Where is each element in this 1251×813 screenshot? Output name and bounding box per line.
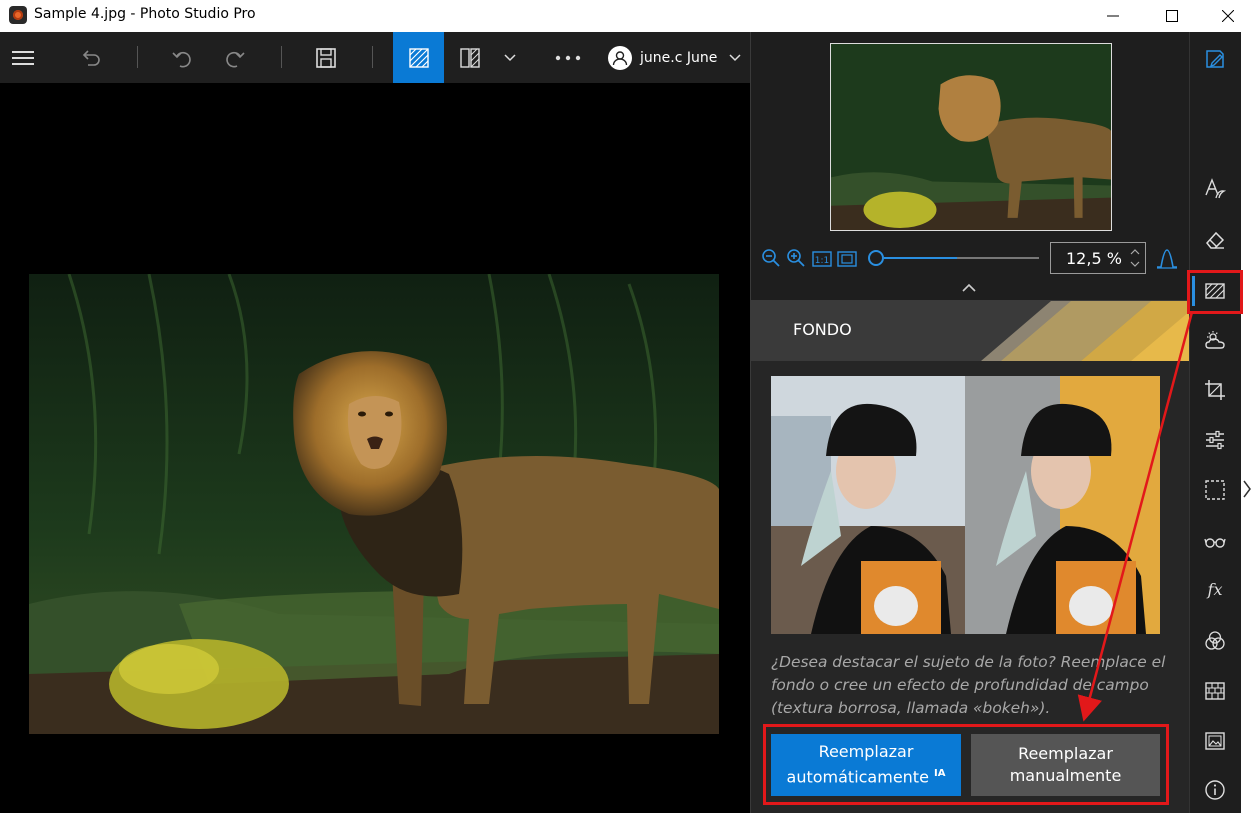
lion-photo[interactable] [29, 274, 719, 734]
sidebar-expander[interactable] [1241, 32, 1251, 813]
zoom-in-icon[interactable] [786, 248, 806, 268]
compare-view-icon [460, 47, 480, 68]
eraser-icon [1206, 231, 1225, 249]
zoom-slider-track[interactable] [957, 257, 1039, 259]
info-tool[interactable] [1200, 775, 1230, 805]
image-icon [1205, 732, 1225, 750]
zoom-value: 12,5 % [1066, 248, 1122, 268]
eraser-tool[interactable] [1200, 225, 1230, 255]
title-bar: Sample 4.jpg - Photo Studio Pro [0, 0, 1251, 32]
save-icon [316, 47, 336, 68]
weather-icon [1205, 331, 1225, 349]
single-view-button[interactable] [393, 32, 444, 83]
section-description: ¿Desea destacar el sujeto de la foto? Re… [771, 653, 1166, 717]
more-options-button[interactable] [552, 32, 584, 83]
collapse-navigator-icon[interactable] [962, 283, 976, 293]
maximize-button[interactable] [1149, 0, 1195, 32]
fx-icon: fx [1207, 580, 1223, 599]
navigator-thumbnail[interactable] [830, 43, 1112, 231]
maximize-icon [1166, 10, 1178, 22]
glasses-tool[interactable] [1200, 526, 1230, 556]
minimize-icon [1107, 15, 1119, 17]
histogram-icon[interactable] [1156, 247, 1178, 269]
top-toolbar: june.c June [0, 32, 750, 83]
highlight-replace-buttons [763, 724, 1169, 805]
text-style-tool[interactable] [1200, 174, 1230, 204]
lion-image [29, 274, 719, 734]
image-canvas[interactable] [0, 83, 750, 813]
zoom-percentage-input[interactable]: 12,5 % [1050, 242, 1146, 274]
adjust-tool[interactable] [1200, 425, 1230, 455]
menu-button[interactable] [8, 32, 38, 83]
user-name: june.c June [640, 49, 718, 66]
user-chevron-icon [729, 53, 741, 61]
glasses-icon [1204, 538, 1226, 548]
compare-view-button[interactable] [456, 32, 484, 83]
zoom-slider-fill [884, 257, 957, 259]
undo-step-icon [172, 51, 191, 67]
single-view-icon [408, 47, 429, 68]
crop-icon [1205, 380, 1225, 400]
svg-text:fx: fx [1207, 580, 1223, 599]
expand-chevron-icon [1243, 480, 1251, 498]
notes-icon [1206, 50, 1224, 68]
weather-tool[interactable] [1200, 325, 1230, 355]
hamburger-menu-icon [12, 50, 34, 65]
close-icon [1222, 10, 1234, 22]
app-logo-icon [9, 6, 27, 24]
info-icon [1205, 780, 1225, 800]
zoom-slider-handle[interactable] [868, 250, 884, 266]
highlight-background-tool [1187, 270, 1243, 314]
undo-button[interactable] [167, 32, 197, 83]
fit-screen-icon[interactable] [837, 251, 857, 267]
texture-icon [1205, 682, 1225, 700]
view-options-dropdown[interactable] [500, 32, 520, 83]
tool-sidebar: fx [1189, 32, 1242, 813]
crop-tool[interactable] [1200, 375, 1230, 405]
section-title: FONDO [793, 320, 852, 339]
undo-icon [82, 49, 100, 66]
minimize-button[interactable] [1090, 0, 1136, 32]
user-avatar-icon [608, 45, 632, 70]
navigator: 1:1 12,5 % [751, 32, 1190, 300]
selection-icon [1205, 480, 1225, 500]
color-mix-tool[interactable] [1200, 626, 1230, 656]
selection-tool[interactable] [1200, 475, 1230, 505]
thumbnail-image [831, 44, 1111, 230]
undo-all-button[interactable] [76, 32, 106, 83]
zoom-out-icon[interactable] [761, 248, 781, 268]
actual-size-icon[interactable]: 1:1 [812, 251, 832, 267]
redo-button[interactable] [220, 32, 250, 83]
svg-text:1:1: 1:1 [815, 256, 829, 266]
zoom-controls: 1:1 12,5 % [751, 240, 1190, 276]
image-tool[interactable] [1200, 726, 1230, 756]
background-preview-image [771, 376, 1160, 634]
chevron-down-icon [504, 53, 516, 61]
notes-tool[interactable] [1200, 44, 1230, 74]
more-options-icon [555, 55, 581, 60]
right-panel: 1:1 12,5 % FONDO ¿Desea destacar el suje… [750, 32, 1190, 813]
color-mix-icon [1205, 631, 1225, 650]
save-button[interactable] [311, 32, 341, 83]
section-banner: FONDO [751, 300, 1190, 361]
user-account-menu[interactable]: june.c June [608, 32, 746, 83]
adjust-sliders-icon [1206, 430, 1224, 450]
redo-icon [226, 51, 245, 67]
zoom-spinner-icon[interactable] [1130, 247, 1140, 269]
before-after-image [771, 376, 1160, 634]
window-title: Sample 4.jpg - Photo Studio Pro [34, 6, 256, 22]
close-button[interactable] [1205, 0, 1251, 32]
effects-tool[interactable]: fx [1200, 575, 1230, 605]
text-style-icon [1205, 178, 1226, 199]
texture-tool[interactable] [1200, 676, 1230, 706]
